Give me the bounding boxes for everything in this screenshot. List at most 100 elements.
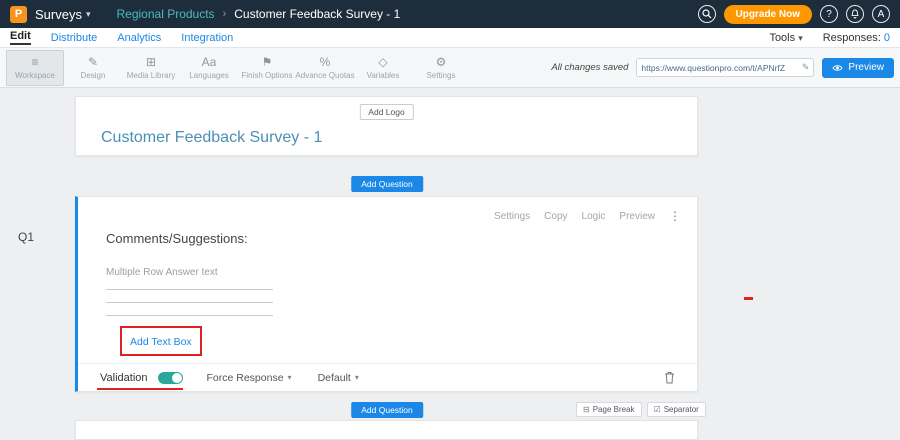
preview-label: Preview: [848, 62, 884, 73]
toolbar-item-label: Advance Quotas: [295, 71, 354, 80]
notifications-button[interactable]: [846, 5, 864, 23]
tab-integration[interactable]: Integration: [181, 32, 233, 44]
finish-options-icon: ⚑: [262, 56, 273, 69]
add-logo-button[interactable]: Add Logo: [359, 104, 413, 120]
default-dropdown[interactable]: Default ▾: [318, 372, 359, 384]
main-nav: Edit Distribute Analytics Integration To…: [0, 28, 900, 48]
breadcrumb-parent[interactable]: Regional Products: [117, 7, 215, 21]
trash-icon: [664, 371, 675, 384]
survey-url-box: ✎: [636, 58, 814, 77]
toolbar-item-label: Settings: [427, 71, 456, 80]
question-card: Settings Copy Logic Preview ⋮ Comments/S…: [75, 196, 698, 392]
question-footer: Validation Force Response ▾ Default ▾: [78, 363, 697, 391]
workspace-icon: ≡: [31, 56, 38, 69]
toolbar-item-label: Languages: [189, 71, 229, 80]
answer-row-line: [106, 315, 273, 316]
app-name[interactable]: Surveys: [35, 7, 82, 22]
page-break-label: Page Break: [593, 405, 635, 414]
toolbar-item-media-library[interactable]: ⊞ Media Library: [122, 50, 180, 86]
preview-button[interactable]: Preview: [822, 58, 894, 78]
advance-quotas-icon: %: [320, 56, 331, 69]
question-preview-link[interactable]: Preview: [619, 211, 655, 222]
save-status: All changes saved: [551, 62, 628, 73]
responses-label: Responses:: [823, 32, 881, 44]
edit-toolbar: ≡ Workspace ✎ Design ⊞ Media Library Aa …: [0, 48, 900, 88]
tab-analytics[interactable]: Analytics: [117, 32, 161, 44]
search-icon: [702, 9, 712, 19]
answer-row-line: [106, 289, 273, 290]
separator-button[interactable]: ☑ Separator: [647, 402, 706, 417]
help-button[interactable]: ?: [820, 5, 838, 23]
breadcrumb-separator-icon: ›: [223, 8, 227, 20]
annotation-red-underline: [97, 388, 183, 390]
toggle-knob: [172, 373, 182, 383]
page-break-icon: ⊟: [583, 405, 590, 414]
annotation-red-dash: [744, 297, 753, 300]
kebab-menu-icon[interactable]: ⋮: [669, 209, 681, 223]
question-number: Q1: [18, 230, 34, 244]
responses-counter[interactable]: Responses: 0: [823, 32, 890, 44]
page-break-button[interactable]: ⊟ Page Break: [576, 402, 642, 417]
question-copy-link[interactable]: Copy: [544, 211, 567, 222]
survey-header-card: Add Logo Customer Feedback Survey - 1: [75, 96, 698, 156]
survey-title[interactable]: Customer Feedback Survey - 1: [101, 129, 322, 147]
add-question-button-bottom[interactable]: Add Question: [351, 402, 423, 418]
separator-icon: ☑: [654, 405, 661, 414]
toolbar-item-label: Design: [81, 71, 106, 80]
tools-menu[interactable]: Tools ▾: [769, 32, 802, 44]
search-button[interactable]: [698, 5, 716, 23]
survey-canvas: Add Logo Customer Feedback Survey - 1 Ad…: [0, 88, 900, 425]
toolbar-item-variables[interactable]: ◇ Variables: [354, 50, 412, 86]
chevron-down-icon: ▾: [86, 9, 91, 20]
toolbar-item-advance-quotas[interactable]: % Advance Quotas: [296, 50, 354, 86]
toolbar-item-design[interactable]: ✎ Design: [64, 50, 122, 86]
edit-url-icon[interactable]: ✎: [802, 62, 810, 73]
question-logic-link[interactable]: Logic: [582, 211, 606, 222]
design-icon: ✎: [88, 56, 98, 69]
media-library-icon: ⊞: [146, 56, 156, 69]
chevron-down-icon: ▾: [288, 373, 292, 382]
force-response-dropdown[interactable]: Force Response ▾: [207, 372, 292, 384]
default-label: Default: [318, 372, 351, 384]
toolbar-item-finish-options[interactable]: ⚑ Finish Options: [238, 50, 296, 86]
delete-question-button[interactable]: [664, 371, 675, 384]
toolbar-item-label: Workspace: [15, 71, 55, 80]
toolbar-item-workspace[interactable]: ≡ Workspace: [6, 50, 64, 86]
toolbar-item-languages[interactable]: Aa Languages: [180, 50, 238, 86]
breadcrumb-current: Customer Feedback Survey - 1: [234, 7, 400, 21]
add-question-button-top[interactable]: Add Question: [351, 176, 423, 192]
validation-label: Validation: [100, 372, 148, 384]
toolbar-item-label: Finish Options: [241, 71, 292, 80]
separator-label: Separator: [664, 405, 699, 414]
tools-label: Tools: [769, 32, 795, 44]
question-text[interactable]: Comments/Suggestions:: [106, 231, 248, 246]
toolbar-item-settings[interactable]: ⚙ Settings: [412, 50, 470, 86]
help-icon: ?: [826, 9, 832, 20]
toolbar-item-label: Variables: [367, 71, 400, 80]
annotation-red-box: Add Text Box: [120, 326, 202, 356]
force-response-label: Force Response: [207, 372, 284, 384]
answer-row-line: [106, 302, 273, 303]
avatar[interactable]: A: [872, 5, 890, 23]
add-text-box-link[interactable]: Add Text Box: [130, 336, 192, 348]
responses-count: 0: [884, 32, 890, 44]
eye-icon: [832, 64, 843, 72]
topbar: P Surveys ▾ Regional Products › Customer…: [0, 0, 900, 28]
variables-icon: ◇: [378, 56, 387, 69]
question-settings-link[interactable]: Settings: [494, 211, 530, 222]
bell-icon: [850, 9, 860, 20]
toolbar-item-label: Media Library: [127, 71, 175, 80]
answer-placeholder[interactable]: Multiple Row Answer text: [106, 267, 218, 278]
chevron-down-icon: ▾: [798, 33, 803, 43]
settings-icon: ⚙: [436, 56, 447, 69]
brand-logo: P: [10, 6, 27, 23]
languages-icon: Aa: [202, 56, 217, 69]
chevron-down-icon: ▾: [355, 373, 359, 382]
survey-url-input[interactable]: [641, 63, 801, 73]
page-controls: ⊟ Page Break ☑ Separator: [576, 402, 706, 417]
validation-toggle[interactable]: [158, 372, 183, 384]
next-section-card: [75, 420, 698, 440]
tab-distribute[interactable]: Distribute: [51, 32, 97, 44]
upgrade-now-button[interactable]: Upgrade Now: [724, 5, 812, 24]
tab-edit[interactable]: Edit: [10, 30, 31, 45]
